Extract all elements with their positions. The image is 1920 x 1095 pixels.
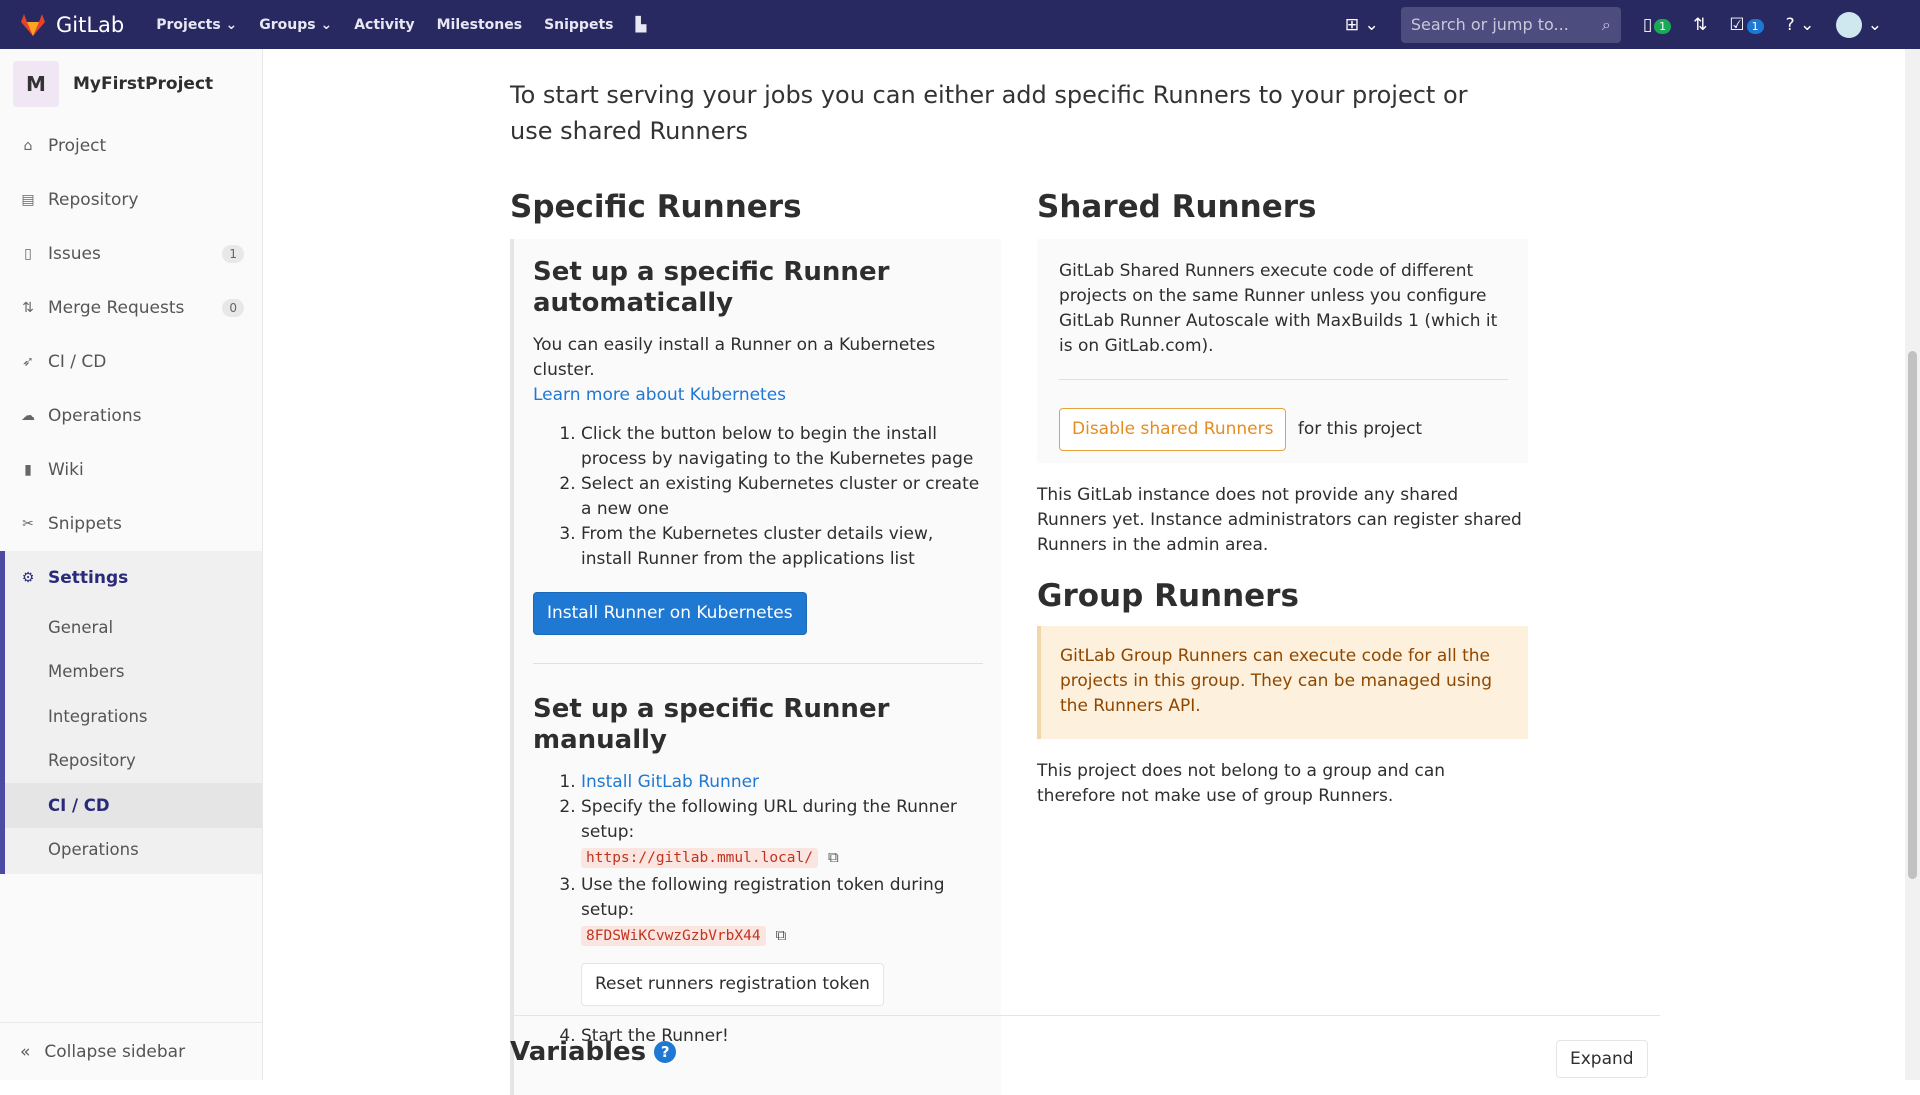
sidebar-sub-repository[interactable]: Repository	[5, 739, 262, 784]
gear-icon: ⚙	[21, 570, 35, 586]
nav-snippets[interactable]: Snippets	[544, 17, 613, 33]
sidebar-sub-operations[interactable]: Operations	[5, 828, 262, 873]
for-project-text: for this project	[1297, 419, 1423, 439]
todos-icon[interactable]: ☑ 1	[1729, 15, 1764, 35]
new-item-dropdown[interactable]: ⊞ ⌄	[1345, 15, 1379, 35]
sidebar-icon: ▤	[21, 192, 35, 208]
project-sidebar: M MyFirstProject ⌂ Project ▤ Repository ▯ Iss…	[0, 49, 263, 1080]
section-divider	[510, 1015, 1660, 1016]
sidebar-sub-integrations[interactable]: Integrations	[5, 694, 262, 739]
scrollbar[interactable]	[1905, 49, 1920, 1080]
nav-groups[interactable]: Groups ⌄	[259, 17, 332, 33]
sidebar-item-snippets[interactable]: ✂ Snippets	[0, 497, 262, 551]
nav-milestones[interactable]: Milestones	[437, 17, 522, 33]
sidebar-item-merge-requests[interactable]: ⇅ Merge Requests 0	[0, 281, 262, 335]
sidebar-icon: ✂	[22, 516, 34, 532]
reset-token-button[interactable]: Reset runners registration token	[581, 963, 884, 1006]
main-content: To start serving your jobs you can eithe…	[510, 49, 1900, 1095]
sidebar-item-ci-cd[interactable]: ➶ CI / CD	[0, 335, 262, 389]
tanuki-icon	[21, 13, 45, 36]
issues-icon[interactable]: ▯ 1	[1643, 15, 1672, 35]
group-runners-title: Group Runners	[1037, 578, 1299, 614]
shared-runners-text: GitLab Shared Runners execute code of di…	[1059, 261, 1498, 356]
auto-step: From the Kubernetes cluster details view…	[581, 522, 983, 572]
sidebar-item-repository[interactable]: ▤ Repository	[0, 173, 262, 227]
variables-title: Variables	[510, 1037, 647, 1067]
sidebar-icon: ⇅	[22, 300, 34, 316]
auto-setup-text: You can easily install a Runner on a Kub…	[533, 335, 936, 380]
copy-token-icon[interactable]: ⧉	[776, 926, 787, 944]
brand-name: GitLab	[56, 12, 125, 37]
disable-shared-runners-button[interactable]: Disable shared Runners	[1059, 408, 1287, 451]
count-badge: 1	[222, 245, 244, 263]
registration-token[interactable]: 8FDSWiKCvwzGzbVrbX44	[581, 926, 766, 946]
sidebar-icon: ⌂	[23, 138, 33, 154]
project-avatar: M	[13, 61, 59, 107]
copy-url-icon[interactable]: ⧉	[828, 848, 839, 866]
sidebar-icon: ➶	[22, 354, 34, 370]
expand-variables-button[interactable]: Expand	[1556, 1040, 1648, 1078]
specific-runners-title: Specific Runners	[510, 189, 802, 225]
intro-text: To start serving your jobs you can eithe…	[510, 81, 1468, 145]
sidebar-icon: ▯	[24, 246, 32, 262]
step-text: Use the following registration token dur…	[581, 875, 945, 920]
project-name: MyFirstProject	[73, 74, 214, 94]
kubernetes-link[interactable]: Learn more about Kubernetes	[533, 385, 786, 405]
shared-runners-title: Shared Runners	[1037, 189, 1317, 225]
sidebar-sub-members[interactable]: Members	[5, 650, 262, 695]
sidebar-item-operations[interactable]: ☁ Operations	[0, 389, 262, 443]
search-input[interactable]: Search or jump to... ⌕	[1400, 6, 1621, 43]
project-header[interactable]: M MyFirstProject	[0, 49, 262, 119]
chart-icon[interactable]: ▙	[635, 17, 646, 33]
top-navbar: GitLab Projects ⌄ Groups ⌄ Activity Mile…	[0, 0, 1920, 49]
auto-step: Select an existing Kubernetes cluster or…	[581, 472, 983, 522]
help-icon[interactable]: ? ⌄	[1786, 15, 1815, 35]
sidebar-sub-ci-cd[interactable]: CI / CD	[5, 783, 262, 828]
user-avatar[interactable]: ⌄	[1836, 11, 1882, 38]
shared-runners-section: Shared Runners GitLab Shared Runners exe…	[1037, 189, 1528, 809]
auto-step: Click the button below to begin the inst…	[581, 422, 983, 472]
group-runners-note: This project does not belong to a group …	[1037, 761, 1446, 806]
shared-runners-note: This GitLab instance does not provide an…	[1037, 485, 1522, 555]
sidebar-item-issues[interactable]: ▯ Issues 1	[0, 227, 262, 281]
sidebar-sub-general[interactable]: General	[5, 605, 262, 650]
scrollbar-thumb[interactable]	[1908, 351, 1917, 879]
sidebar-icon: ☁	[21, 408, 35, 424]
specific-runners-box: Set up a specific Runner automatically Y…	[510, 239, 1001, 1095]
double-chevron-left-icon: «	[20, 1041, 31, 1062]
count-badge: 0	[222, 299, 244, 317]
manual-setup-title: Set up a specific Runner manually	[533, 694, 890, 755]
search-icon: ⌕	[1601, 14, 1611, 34]
install-runner-kubernetes-button[interactable]: Install Runner on Kubernetes	[533, 592, 807, 635]
collapse-sidebar-button[interactable]: «Collapse sidebar	[0, 1022, 262, 1080]
group-runners-warning: GitLab Group Runners can execute code fo…	[1037, 626, 1528, 739]
install-gitlab-runner-link[interactable]: Install GitLab Runner	[581, 772, 759, 792]
nav-projects[interactable]: Projects ⌄	[156, 17, 237, 33]
nav-activity[interactable]: Activity	[354, 17, 414, 33]
shared-runners-box: GitLab Shared Runners execute code of di…	[1037, 239, 1528, 463]
auto-setup-title: Set up a specific Runner automatically	[533, 257, 890, 318]
gitlab-logo[interactable]: GitLab	[20, 13, 124, 37]
sidebar-item-wiki[interactable]: ▮ Wiki	[0, 443, 262, 497]
sidebar-icon: ▮	[24, 462, 32, 478]
sidebar-item-settings[interactable]: ⚙ Settings General Members Integrations R…	[0, 551, 262, 874]
divider	[533, 663, 983, 664]
help-icon[interactable]: ?	[654, 1041, 677, 1063]
runner-url[interactable]: https://gitlab.mmul.local/	[581, 848, 818, 868]
sidebar-item-project[interactable]: ⌂ Project	[0, 119, 262, 173]
step-text: Specify the following URL during the Run…	[581, 797, 957, 842]
specific-runners-section: Specific Runners Set up a specific Runne…	[510, 189, 1001, 1095]
merge-requests-icon[interactable]: ⇅	[1693, 15, 1707, 35]
